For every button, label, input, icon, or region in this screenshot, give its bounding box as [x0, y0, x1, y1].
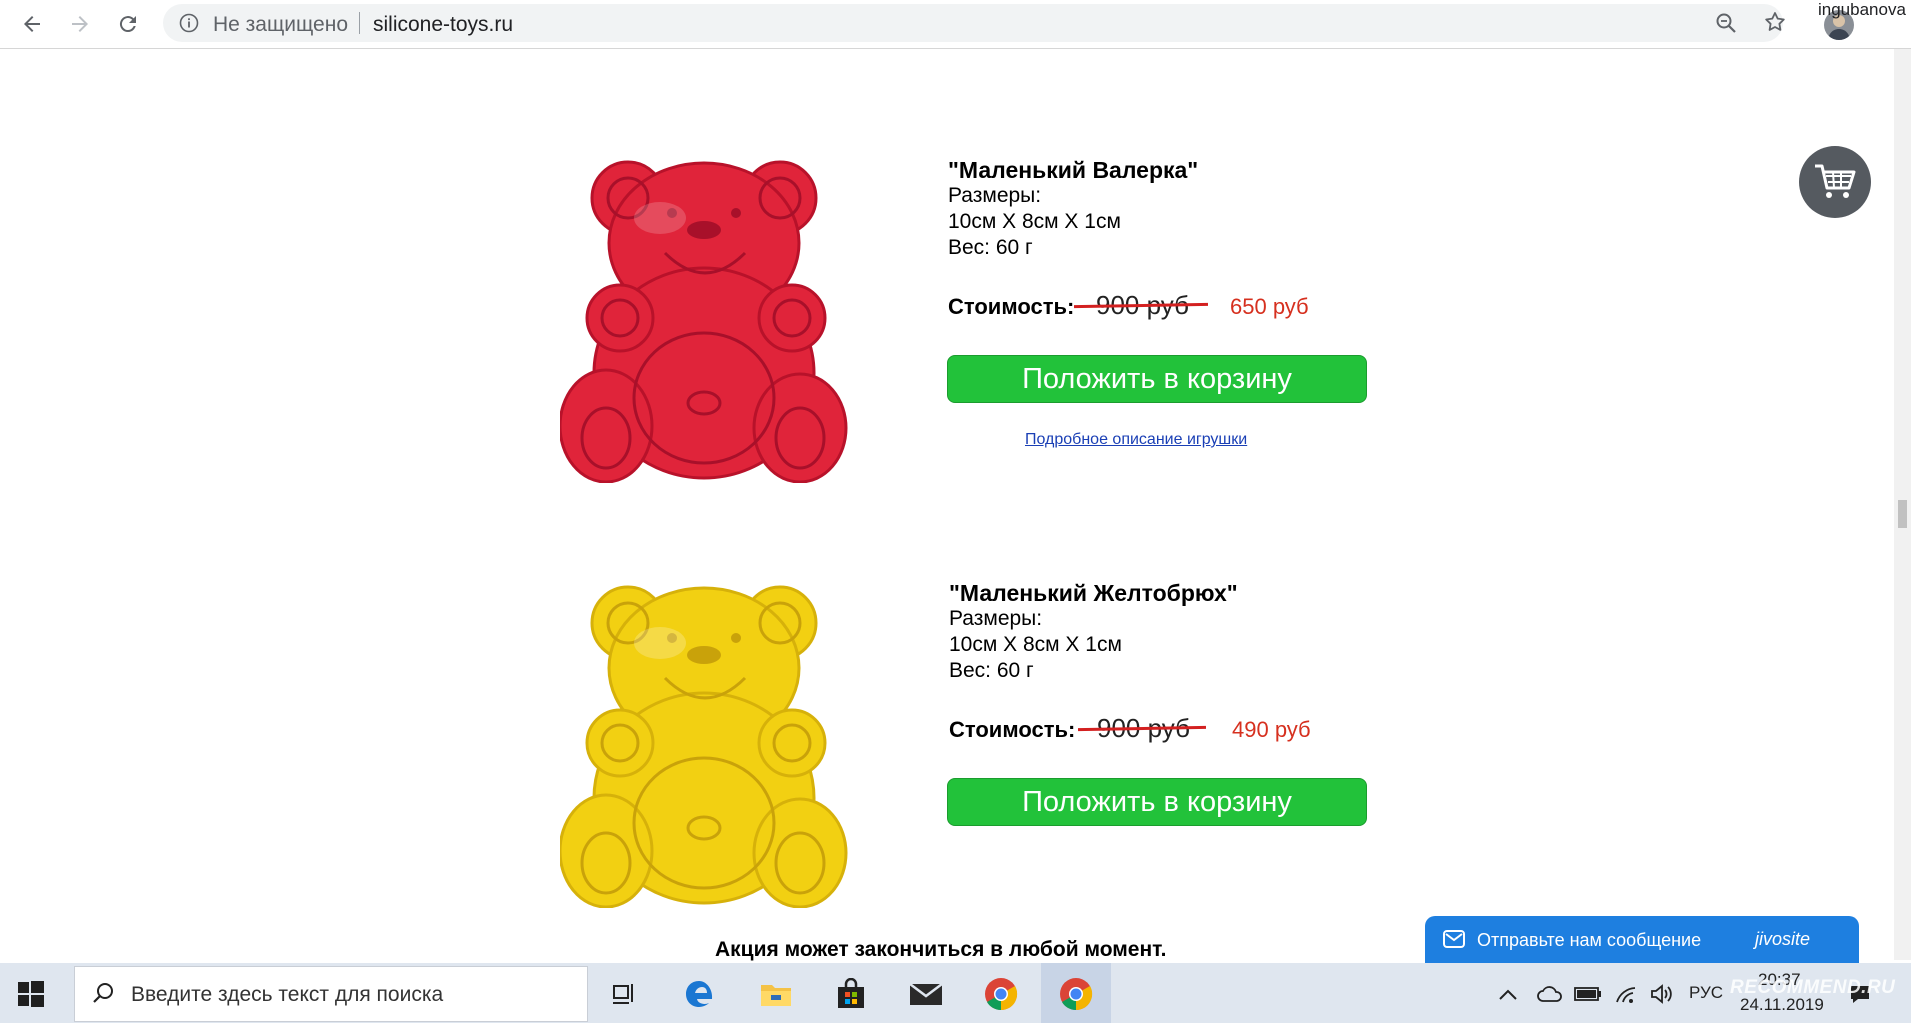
- page-scrollbar[interactable]: [1894, 49, 1911, 960]
- mail-icon: [1443, 930, 1465, 953]
- microsoft-store-icon[interactable]: [830, 973, 872, 1015]
- address-bar[interactable]: Не защищено silicone-toys.ru: [163, 4, 1785, 42]
- wifi-icon[interactable]: [1612, 973, 1642, 1015]
- task-view-icon[interactable]: [603, 973, 645, 1015]
- url-text[interactable]: silicone-toys.ru: [373, 13, 513, 37]
- edge-browser-icon[interactable]: [678, 973, 720, 1015]
- forward-button[interactable]: [62, 6, 98, 42]
- new-price: 490 руб: [1232, 717, 1311, 742]
- taskbar-search-input[interactable]: Введите здесь текст для поиска: [74, 966, 588, 1022]
- sizes-label: Размеры:: [949, 607, 1043, 630]
- floating-cart-button[interactable]: [1799, 146, 1871, 218]
- sizes-value: 10см Х 8см Х 1см: [949, 633, 1122, 656]
- onedrive-icon[interactable]: [1535, 973, 1565, 1015]
- chat-brand: jivosite: [1755, 929, 1811, 949]
- promo-text: Акция может закончиться в любой момент.: [715, 938, 1167, 961]
- reload-button[interactable]: [110, 6, 146, 42]
- chat-widget[interactable]: Отправьте нам сообщение jivosite: [1425, 916, 1859, 964]
- cost-label: Стоимость:: [949, 717, 1076, 742]
- scrollbar-thumb[interactable]: [1898, 500, 1907, 528]
- sizes-value: 10см Х 8см Х 1см: [948, 210, 1121, 233]
- windows-taskbar: Введите здесь текст для поиска РУС 20:37…: [0, 963, 1911, 1023]
- file-explorer-icon[interactable]: [755, 973, 797, 1015]
- chat-label: Отправьте нам сообщение: [1477, 930, 1702, 950]
- add-to-cart-button[interactable]: Положить в корзину: [947, 778, 1367, 826]
- cost-label: Стоимость:: [948, 294, 1075, 319]
- tray-chevron-up-icon[interactable]: [1494, 973, 1522, 1015]
- search-placeholder: Введите здесь текст для поиска: [131, 983, 444, 1006]
- mail-app-icon[interactable]: [905, 973, 947, 1015]
- product-title: "Маленький Желтобрюх": [949, 580, 1238, 606]
- product-image-yellow-bear[interactable]: [558, 583, 850, 913]
- back-button[interactable]: [14, 6, 50, 42]
- weight-value: Вес: 60 г: [948, 236, 1033, 259]
- divider: [359, 12, 360, 34]
- search-icon: [91, 981, 115, 1010]
- info-icon[interactable]: [179, 13, 199, 38]
- product-image-red-bear[interactable]: [558, 158, 850, 488]
- cart-icon: [1815, 164, 1856, 198]
- language-indicator[interactable]: РУС: [1689, 983, 1723, 1003]
- profile-name: ingubanova: [1818, 0, 1906, 19]
- chrome-active-icon[interactable]: [1055, 973, 1097, 1015]
- product-title: "Маленький Валерка": [948, 157, 1199, 183]
- add-to-cart-button[interactable]: Положить в корзину: [947, 355, 1367, 403]
- volume-icon[interactable]: [1647, 973, 1677, 1015]
- zoom-icon[interactable]: [1715, 12, 1737, 39]
- description-link[interactable]: Подробное описание игрушки: [1025, 431, 1247, 449]
- bookmark-star-icon[interactable]: [1763, 10, 1787, 39]
- weight-value: Вес: 60 г: [949, 659, 1034, 682]
- watermark: RECOMMEND.RU: [1730, 977, 1896, 998]
- security-label: Не защищено: [213, 13, 348, 36]
- browser-toolbar: Не защищено silicone-toys.ru ingubanova: [0, 0, 1911, 49]
- new-price: 650 руб: [1230, 294, 1309, 319]
- windows-start-icon[interactable]: [18, 981, 44, 1012]
- battery-icon[interactable]: [1573, 973, 1603, 1015]
- sizes-label: Размеры:: [948, 184, 1042, 207]
- chrome-icon[interactable]: [980, 973, 1022, 1015]
